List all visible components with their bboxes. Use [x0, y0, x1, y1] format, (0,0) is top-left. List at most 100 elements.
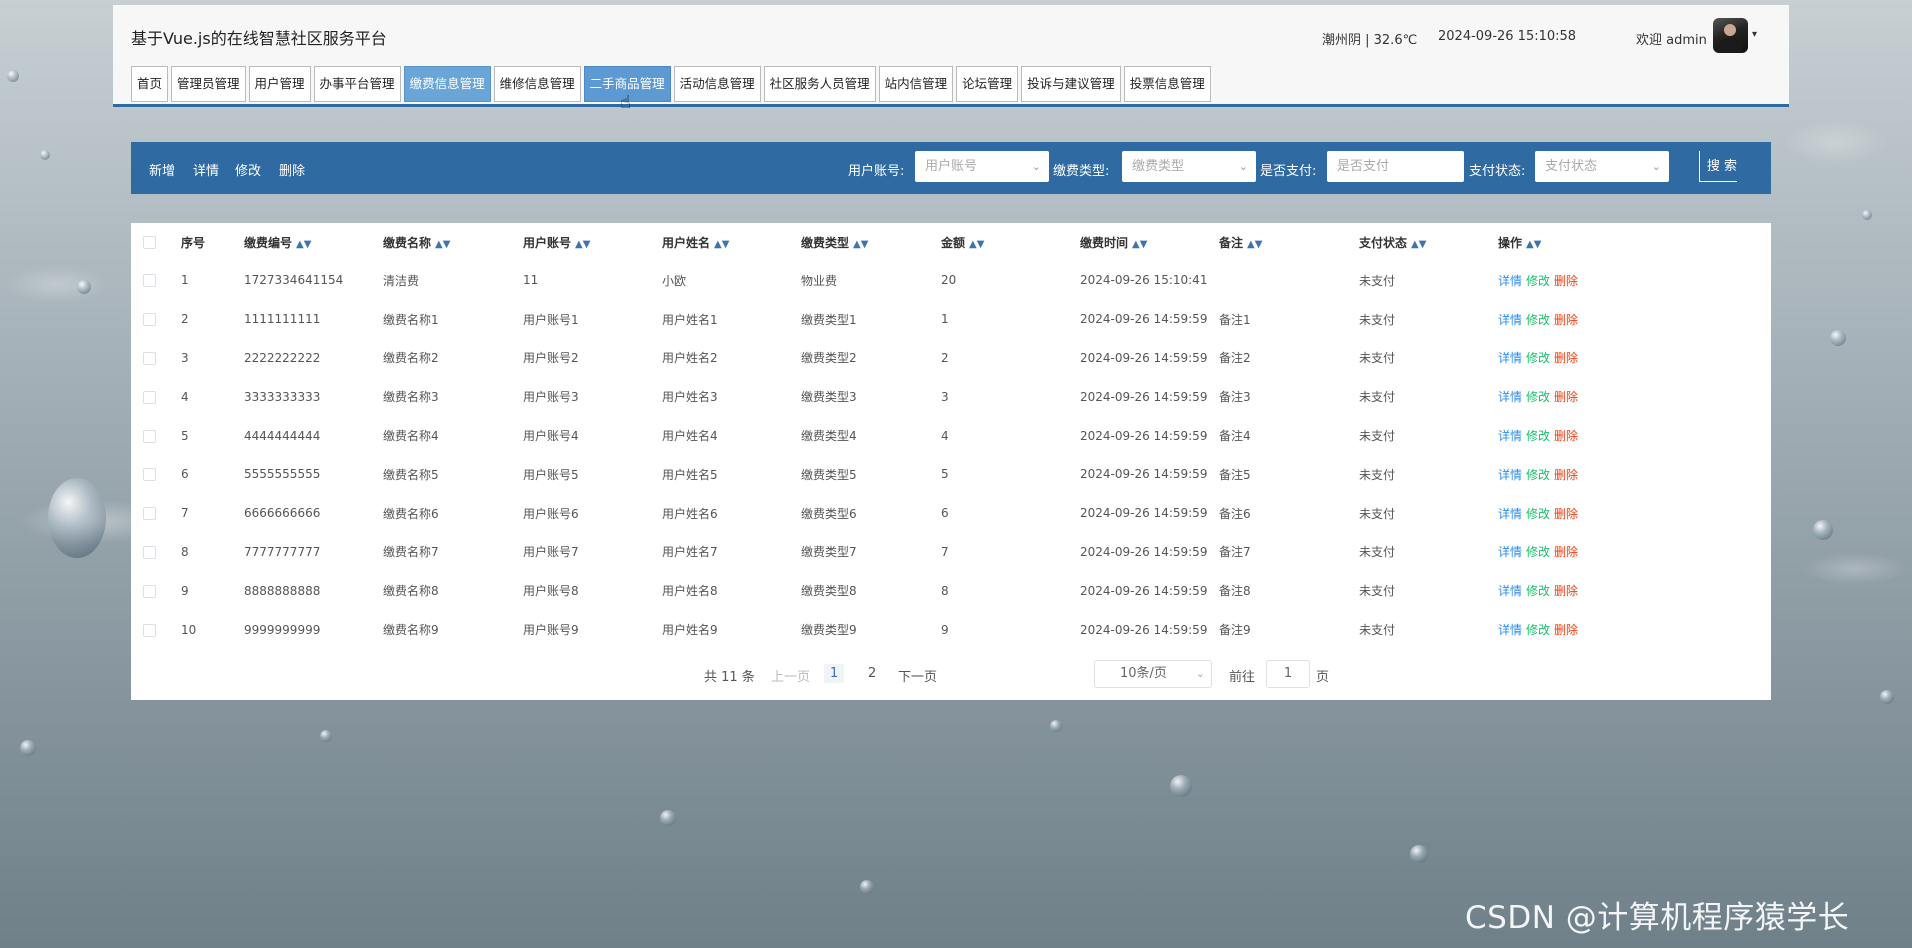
row-edit-link[interactable]: 修改	[1526, 390, 1550, 404]
column-header-remark[interactable]: 备注 ▲▼	[1219, 223, 1359, 261]
row-checkbox[interactable]	[131, 533, 181, 572]
table-row[interactable]: 9 8888888888 缴费名称8 用户账号8 用户姓名8 缴费类型8 8 2024-09-…	[131, 571, 1771, 610]
avatar[interactable]	[1713, 18, 1748, 53]
row-edit-link[interactable]: 修改	[1526, 351, 1550, 365]
user-account-select[interactable]: 用户账号 ⌄	[915, 151, 1049, 182]
page-size-select[interactable]: 10条/页 ⌄	[1094, 660, 1212, 688]
menu-item-votes[interactable]: 投票信息管理	[1123, 66, 1211, 102]
row-edit-link[interactable]: 修改	[1526, 313, 1550, 327]
table-row[interactable]: 4 3333333333 缴费名称3 用户账号3 用户姓名3 缴费类型3 3 2024-09-…	[131, 377, 1771, 416]
row-checkbox[interactable]	[131, 339, 181, 378]
pay-status-select[interactable]: 支付状态 ⌄	[1535, 151, 1669, 182]
row-edit-link[interactable]: 修改	[1526, 429, 1550, 443]
table-row[interactable]: 5 4444444444 缴费名称4 用户账号4 用户姓名4 缴费类型4 4 2024-09-…	[131, 416, 1771, 455]
row-detail-link[interactable]: 详情	[1498, 507, 1522, 521]
delete-button[interactable]: 删除	[279, 160, 305, 179]
chevron-down-icon[interactable]: ▾	[1752, 29, 1757, 40]
row-delete-link[interactable]: 删除	[1554, 584, 1578, 598]
row-detail-link[interactable]: 详情	[1498, 545, 1522, 559]
row-edit-link[interactable]: 修改	[1526, 468, 1550, 482]
row-delete-link[interactable]: 删除	[1554, 623, 1578, 637]
cell-pay-time: 2024-09-26 14:59:59	[1080, 583, 1208, 598]
row-edit-link[interactable]: 修改	[1526, 623, 1550, 637]
column-header-amount[interactable]: 金额 ▲▼	[941, 223, 1080, 261]
table-row[interactable]: 10 9999999999 缴费名称9 用户账号9 用户姓名9 缴费类型9 9 2024-09…	[131, 610, 1771, 649]
cell-amount: 4	[941, 428, 949, 443]
row-checkbox[interactable]	[131, 261, 181, 300]
column-header-actions[interactable]: 操作 ▲▼	[1498, 223, 1771, 261]
row-detail-link[interactable]: 详情	[1498, 584, 1522, 598]
menu-item-activity[interactable]: 活动信息管理	[673, 66, 761, 102]
select-all-checkbox[interactable]	[131, 223, 181, 261]
row-checkbox[interactable]	[131, 455, 181, 494]
chevron-down-icon: ⌄	[1195, 667, 1205, 680]
next-page-button[interactable]: 下一页	[898, 666, 937, 685]
row-delete-link[interactable]: 删除	[1554, 390, 1578, 404]
row-delete-link[interactable]: 删除	[1554, 313, 1578, 327]
row-delete-link[interactable]: 删除	[1554, 274, 1578, 288]
row-detail-link[interactable]: 详情	[1498, 351, 1522, 365]
column-header-user-name[interactable]: 用户姓名 ▲▼	[662, 223, 801, 261]
cell-user-name: 用户姓名6	[662, 506, 718, 521]
row-delete-link[interactable]: 删除	[1554, 545, 1578, 559]
cell-fee-type: 缴费类型4	[801, 429, 857, 444]
menu-item-home[interactable]: 首页	[131, 66, 169, 102]
row-checkbox[interactable]	[131, 494, 181, 533]
page-2-button[interactable]: 2	[868, 666, 876, 681]
row-detail-link[interactable]: 详情	[1498, 429, 1522, 443]
table-row[interactable]: 2 1111111111 缴费名称1 用户账号1 用户姓名1 缴费类型1 1 2024-09-…	[131, 300, 1771, 339]
row-detail-link[interactable]: 详情	[1498, 274, 1522, 288]
menu-item-affairs[interactable]: 办事平台管理	[313, 66, 401, 102]
row-delete-link[interactable]: 删除	[1554, 468, 1578, 482]
row-detail-link[interactable]: 详情	[1498, 468, 1522, 482]
row-delete-link[interactable]: 删除	[1554, 429, 1578, 443]
row-edit-link[interactable]: 修改	[1526, 507, 1550, 521]
prev-page-button[interactable]: 上一页	[771, 666, 810, 685]
column-header-user-account[interactable]: 用户账号 ▲▼	[523, 223, 662, 261]
cell-amount: 1	[941, 312, 949, 327]
menu-item-repair[interactable]: 维修信息管理	[493, 66, 581, 102]
row-edit-link[interactable]: 修改	[1526, 545, 1550, 559]
column-header-pay-status[interactable]: 支付状态 ▲▼	[1359, 223, 1498, 261]
row-edit-link[interactable]: 修改	[1526, 274, 1550, 288]
add-button[interactable]: 新增	[149, 160, 175, 179]
row-checkbox[interactable]	[131, 416, 181, 455]
menu-item-forum[interactable]: 论坛管理	[956, 66, 1019, 102]
column-header-fee-type[interactable]: 缴费类型 ▲▼	[801, 223, 941, 261]
cell-pay-status: 未支付	[1359, 429, 1396, 444]
table-row[interactable]: 8 7777777777 缴费名称7 用户账号7 用户姓名7 缴费类型7 7 2024-09-…	[131, 533, 1771, 572]
edit-button[interactable]: 修改	[235, 160, 261, 179]
table-row[interactable]: 1 1727334641154 清洁费 11 小欧 物业费 20 2024-09-26 15:…	[131, 261, 1771, 300]
row-detail-link[interactable]: 详情	[1498, 623, 1522, 637]
row-checkbox[interactable]	[131, 300, 181, 339]
menu-item-staff[interactable]: 社区服务人员管理	[763, 66, 876, 102]
table-row[interactable]: 7 6666666666 缴费名称6 用户账号6 用户姓名6 缴费类型6 6 2024-09-…	[131, 494, 1771, 533]
row-edit-link[interactable]: 修改	[1526, 584, 1550, 598]
fee-type-select[interactable]: 缴费类型 ⌄	[1122, 151, 1256, 182]
menu-item-users[interactable]: 用户管理	[248, 66, 311, 102]
search-button[interactable]: 搜 索	[1699, 151, 1737, 182]
column-header-fee-id[interactable]: 缴费编号 ▲▼	[244, 223, 383, 261]
row-checkbox[interactable]	[131, 571, 181, 610]
row-checkbox[interactable]	[131, 377, 181, 416]
column-header-pay-time[interactable]: 缴费时间 ▲▼	[1080, 223, 1219, 261]
menu-item-payment[interactable]: 缴费信息管理	[403, 66, 491, 102]
row-detail-link[interactable]: 详情	[1498, 390, 1522, 404]
row-detail-link[interactable]: 详情	[1498, 313, 1522, 327]
column-header-fee-name[interactable]: 缴费名称 ▲▼	[383, 223, 523, 261]
table-row[interactable]: 3 2222222222 缴费名称2 用户账号2 用户姓名2 缴费类型2 2 2024-09-…	[131, 339, 1771, 378]
row-delete-link[interactable]: 删除	[1554, 507, 1578, 521]
row-delete-link[interactable]: 删除	[1554, 351, 1578, 365]
menu-item-complaints[interactable]: 投诉与建议管理	[1021, 66, 1121, 102]
menu-item-admin[interactable]: 管理员管理	[171, 66, 246, 102]
menu-item-messages[interactable]: 站内信管理	[878, 66, 954, 102]
paid-input[interactable]: 是否支付	[1327, 151, 1464, 182]
page-1-button[interactable]: 1	[824, 664, 845, 683]
row-checkbox[interactable]	[131, 610, 181, 649]
detail-button[interactable]: 详情	[193, 160, 219, 179]
cell-user-name: 用户姓名7	[662, 545, 718, 560]
table-row[interactable]: 6 5555555555 缴费名称5 用户账号5 用户姓名5 缴费类型5 5 2024-09-…	[131, 455, 1771, 494]
cell-remark: 备注1	[1219, 312, 1251, 327]
goto-page-input[interactable]: 1	[1266, 660, 1310, 688]
chevron-down-icon: ⌄	[1031, 160, 1041, 173]
